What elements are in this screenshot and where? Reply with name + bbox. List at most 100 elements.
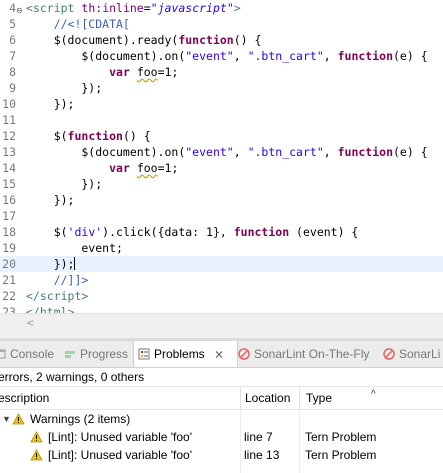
sonarlint-icon [238, 348, 250, 360]
column-header-location[interactable]: Location [245, 387, 290, 409]
expand-triangle-icon[interactable]: ▼ [2, 410, 11, 428]
code-token: , [233, 49, 248, 63]
tab-label: Problems [154, 347, 205, 361]
line-number: 13 [2, 145, 16, 159]
code-line[interactable]: 16 }); [0, 192, 443, 208]
code-line[interactable]: 23 </html> [0, 304, 443, 313]
line-number: 15 [2, 177, 16, 191]
code-line[interactable]: 7 $(document).on("event", ".btn_cart", f… [0, 48, 443, 64]
problems-summary: errors, 2 warnings, 0 others [0, 368, 443, 386]
code-line[interactable]: 10 }); [0, 96, 443, 112]
code-token: ).click({data: 1}, [102, 225, 234, 239]
column-divider[interactable] [299, 387, 300, 409]
column-label: escription [0, 391, 50, 405]
code-token: , [323, 49, 338, 63]
code-token: </ [26, 289, 40, 303]
sonarlint-icon [383, 348, 395, 360]
code-text: }); [26, 176, 102, 192]
tab-sonarlint-on-the-fly[interactable]: SonarLint On-The-Fly [238, 341, 369, 367]
code-token: function [337, 145, 393, 159]
progress-icon [65, 351, 75, 358]
code-line[interactable]: 21 //]]> [0, 272, 443, 288]
warning-icon [30, 446, 43, 464]
problem-type: Tern Problem [305, 430, 377, 444]
code-line[interactable]: 11 [0, 112, 443, 128]
tab-progress[interactable]: Progress [64, 341, 128, 367]
warnings-group-row[interactable]: ▼ Warnings (2 items) [0, 410, 443, 428]
code-token: ".btn_cart" [247, 145, 324, 159]
code-text: <script th:inline="javascript"> [26, 0, 241, 16]
column-header-type[interactable]: Type [306, 387, 332, 409]
code-token: $(document).on( [26, 145, 186, 159]
code-line[interactable]: 15 }); [0, 176, 443, 192]
code-text: }); [26, 96, 75, 112]
code-token: event; [26, 241, 123, 255]
code-token: }); [26, 81, 103, 95]
summary-text: errors, 2 warnings, 0 others [0, 370, 145, 384]
code-text: $(document).on("event", ".btn_cart", fun… [26, 144, 428, 160]
tab-problems[interactable]: Problems ⨯ [133, 341, 238, 367]
horizontal-scrollbar[interactable]: < [0, 313, 443, 338]
code-line[interactable]: 20 }); [0, 256, 443, 272]
code-text: </html> [26, 304, 75, 313]
line-number: 23 [2, 305, 16, 313]
code-line[interactable]: 12 $(function() { [0, 128, 443, 144]
tab-label: SonarLi [399, 347, 441, 361]
line-number: 8 [9, 65, 16, 79]
line-number: 18 [2, 225, 16, 239]
code-token: function [67, 129, 123, 143]
code-line[interactable]: 17 [0, 208, 443, 224]
code-token: , [323, 145, 338, 159]
problem-description: [Lint]: Unused variable 'foo' [48, 430, 192, 444]
code-token: $(document).on( [26, 49, 186, 63]
code-line[interactable]: 14 var foo=1; [0, 160, 443, 176]
tab-label: SonarLint On-The-Fly [254, 347, 370, 361]
code-token: > [81, 289, 89, 303]
line-number: 12 [2, 129, 16, 143]
scroll-left-arrow-icon[interactable]: < [26, 318, 34, 329]
problem-row[interactable]: [Lint]: Unused variable 'foo' line 13 Te… [0, 446, 443, 464]
line-number: 16 [2, 193, 16, 207]
code-line[interactable]: 5 //<![CDATA[ [0, 16, 443, 32]
code-text: var foo=1; [26, 160, 178, 176]
code-token: > [233, 1, 241, 15]
code-text: var foo=1; [26, 64, 178, 80]
code-token: "event" [185, 49, 234, 63]
warning-icon [12, 410, 25, 428]
code-text: }); [26, 80, 102, 96]
code-token: =1; [157, 65, 179, 79]
line-number: 20 [2, 257, 16, 271]
code-line[interactable]: 6 $(document).ready(function() { [0, 32, 443, 48]
code-token: (e) { [393, 145, 428, 159]
code-line[interactable]: 4 ⊖ <script th:inline="javascript"> [0, 0, 443, 16]
code-line[interactable]: 19 event; [0, 240, 443, 256]
group-label: Warnings (2 items) [30, 412, 131, 426]
code-token: var [109, 65, 130, 79]
close-tab-icon[interactable]: ⨯ [214, 347, 224, 361]
code-token: function [233, 225, 290, 239]
code-token: }); [26, 257, 75, 271]
code-editor[interactable]: 4 ⊖ <script th:inline="javascript"> 5 //<![… [0, 0, 443, 313]
code-token: script [39, 289, 82, 303]
tab-label: Progress [80, 347, 129, 361]
problem-description: [Lint]: Unused variable 'foo' [48, 448, 192, 462]
code-line[interactable]: 22 </script> [0, 288, 443, 304]
line-number: 6 [9, 33, 16, 47]
tab-console[interactable]: Console [0, 341, 54, 367]
code-token: > [67, 305, 75, 313]
code-line[interactable]: 18 $('div').click({data: 1}, function (e… [0, 224, 443, 240]
problem-row[interactable]: [Lint]: Unused variable 'foo' line 7 Ter… [0, 428, 443, 446]
column-divider[interactable] [240, 387, 241, 409]
code-token: () { [233, 33, 262, 47]
code-line[interactable]: 13 $(document).on("event", ".btn_cart", … [0, 144, 443, 160]
code-text: }); [26, 256, 76, 272]
code-line[interactable]: 9 }); [0, 80, 443, 96]
tab-sonarlint-report[interactable]: SonarLi [383, 341, 440, 367]
code-line[interactable]: 8 var foo=1; [0, 64, 443, 80]
problems-icon [138, 348, 150, 360]
code-token: function [178, 33, 234, 47]
column-header-description[interactable]: escription [0, 387, 49, 409]
problems-table-header: escription Location Type ^ [0, 386, 443, 410]
